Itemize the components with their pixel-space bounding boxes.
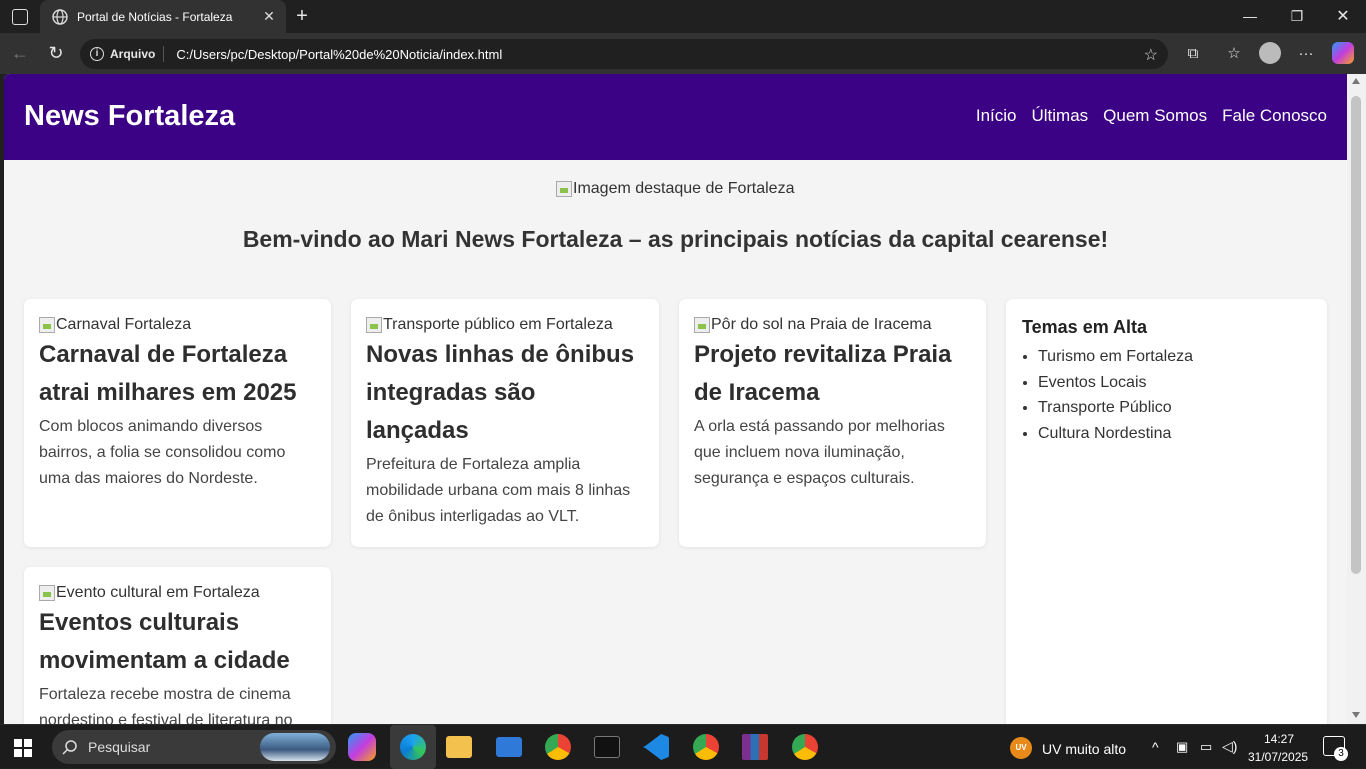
edge-icon (400, 734, 426, 760)
nav-link-ultimas[interactable]: Últimas (1032, 106, 1089, 126)
news-card[interactable]: Evento cultural em Fortaleza Eventos cul… (24, 567, 331, 724)
tab-title: Portal de Notícias - Fortaleza (77, 9, 233, 24)
news-card[interactable]: Pôr do sol na Praia de Iracema Projeto r… (679, 299, 986, 547)
window-close-icon[interactable]: ✕ (1333, 7, 1353, 25)
news-card[interactable]: Transporte público em Fortaleza Novas li… (351, 299, 659, 547)
address-separator (163, 46, 165, 62)
card-image-alt: Evento cultural em Fortaleza (56, 584, 260, 601)
broken-image-icon (39, 585, 55, 601)
card-image: Transporte público em Fortaleza (366, 314, 644, 336)
taskbar-search[interactable]: Pesquisar (52, 730, 336, 764)
chrome-profile-2-icon[interactable] (792, 734, 818, 760)
card-image-alt: Carnaval Fortaleza (56, 316, 192, 333)
scroll-down-arrow-icon[interactable] (1352, 712, 1360, 718)
address-bar[interactable]: i Arquivo C:/Users/pc/Desktop/Portal%20d… (80, 39, 1168, 69)
mail-icon[interactable] (496, 737, 522, 757)
card-title[interactable]: Projeto revitaliza Praia de Iracema (694, 336, 971, 412)
page-scrollbar[interactable] (1347, 74, 1366, 724)
welcome-heading: Bem-vindo ao Mari News Fortaleza – as pr… (242, 226, 1109, 252)
chrome-profile-icon[interactable] (693, 734, 719, 760)
card-text: Fortaleza recebe mostra de cinema nordes… (39, 686, 293, 724)
nav-link-quem-somos[interactable]: Quem Somos (1103, 106, 1207, 126)
globe-icon (52, 8, 68, 25)
refresh-icon[interactable]: ↻ (46, 43, 66, 63)
windows-taskbar: Pesquisar UV UV muito alto ^ ▣ ▭ ◁) 14:2… (0, 724, 1366, 769)
trending-item[interactable]: Turismo em Fortaleza (1038, 344, 1311, 370)
back-icon[interactable]: ← (10, 43, 30, 63)
vscode-icon[interactable] (643, 734, 669, 760)
hero-image: Imagem destaque de Fortaleza (556, 180, 794, 198)
card-title[interactable]: Eventos culturais movimentam a cidade (39, 604, 316, 680)
card-image: Evento cultural em Fortaleza (39, 582, 316, 604)
browser-titlebar: Portal de Notícias - Fortaleza ✕ + — ❐ ✕ (0, 0, 1366, 33)
url-text[interactable]: C:/Users/pc/Desktop/Portal%20de%20Notici… (176, 47, 502, 62)
file-explorer-icon[interactable] (446, 736, 472, 758)
broken-image-icon (694, 317, 710, 333)
news-card[interactable]: Carnaval Fortaleza Carnaval de Fortaleza… (24, 299, 331, 547)
site-header: News Fortaleza Início Últimas Quem Somos… (4, 74, 1347, 160)
card-image: Carnaval Fortaleza (39, 314, 316, 336)
browser-tab[interactable]: Portal de Notícias - Fortaleza ✕ (40, 0, 286, 33)
trending-sidebar: Temas em Alta Turismo em Fortaleza Event… (1006, 299, 1327, 724)
favorites-icon[interactable]: ☆ (1224, 43, 1244, 63)
volume-icon[interactable]: ◁) (1222, 738, 1237, 755)
card-image-alt: Transporte público em Fortaleza (383, 316, 613, 333)
tab-actions-icon[interactable] (12, 9, 28, 25)
winrar-icon[interactable] (742, 734, 768, 760)
terminal-icon[interactable] (594, 736, 620, 758)
network-icon[interactable]: ▭ (1200, 739, 1212, 755)
new-tab-icon[interactable]: + (292, 5, 312, 27)
trending-item[interactable]: Eventos Locais (1038, 370, 1311, 396)
profile-avatar[interactable] (1259, 42, 1281, 64)
tab-close-icon[interactable]: ✕ (262, 9, 276, 23)
bookmark-star-icon[interactable]: ☆ (1144, 45, 1158, 65)
site-nav: Início Últimas Quem Somos Fale Conosco (976, 106, 1327, 126)
search-highlight-image (260, 733, 330, 761)
card-text: Com blocos animando diversos bairros, a … (39, 418, 286, 487)
site-brand[interactable]: News Fortaleza (24, 100, 235, 133)
card-image: Pôr do sol na Praia de Iracema (694, 314, 971, 336)
copilot-icon[interactable] (1332, 42, 1354, 64)
weather-badge-icon[interactable]: UV (1010, 737, 1032, 759)
page-viewport: News Fortaleza Início Últimas Quem Somos… (4, 74, 1347, 724)
trending-list: Turismo em Fortaleza Eventos Locais Tran… (1038, 344, 1311, 446)
hero-image-alt: Imagem destaque de Fortaleza (573, 180, 795, 197)
notification-count: 3 (1334, 747, 1348, 761)
restore-icon[interactable]: ❐ (1287, 8, 1307, 24)
broken-image-icon (556, 181, 572, 197)
broken-image-icon (366, 317, 382, 333)
clock-date[interactable]: 31/07/2025 (1248, 750, 1308, 764)
trending-item[interactable]: Transporte Público (1038, 395, 1311, 421)
nav-link-fale-conosco[interactable]: Fale Conosco (1222, 106, 1327, 126)
trending-item[interactable]: Cultura Nordestina (1038, 421, 1311, 447)
search-placeholder: Pesquisar (88, 739, 151, 755)
extensions-icon[interactable]: ⧉ (1183, 43, 1203, 63)
more-menu-icon[interactable]: ··· (1296, 43, 1316, 63)
copilot-app-icon[interactable] (348, 733, 376, 761)
card-title[interactable]: Novas linhas de ônibus integradas são la… (366, 336, 644, 450)
scrollbar-thumb[interactable] (1351, 96, 1361, 574)
weather-text[interactable]: UV muito alto (1042, 741, 1126, 757)
sidebar-title: Temas em Alta (1022, 317, 1148, 337)
card-text: Prefeitura de Fortaleza amplia mobilidad… (366, 456, 631, 525)
tray-chevron-icon[interactable]: ^ (1152, 739, 1159, 755)
clock-time[interactable]: 14:27 (1264, 732, 1294, 746)
scroll-up-arrow-icon[interactable] (1352, 78, 1360, 84)
card-text: A orla está passando por melhorias que i… (694, 418, 945, 487)
broken-image-icon (39, 317, 55, 333)
search-icon (62, 740, 77, 755)
windows-start-icon[interactable] (14, 739, 32, 757)
card-title[interactable]: Carnaval de Fortaleza atrai milhares em … (39, 336, 316, 412)
card-image-alt: Pôr do sol na Praia de Iracema (711, 316, 932, 333)
nav-link-inicio[interactable]: Início (976, 106, 1017, 126)
minimize-icon[interactable]: — (1240, 8, 1260, 24)
chrome-app-icon[interactable] (545, 734, 571, 760)
address-label: Arquivo (110, 47, 156, 61)
edge-app-icon[interactable] (390, 725, 436, 769)
meet-icon[interactable]: ▣ (1176, 739, 1188, 755)
info-icon[interactable]: i (90, 47, 104, 61)
